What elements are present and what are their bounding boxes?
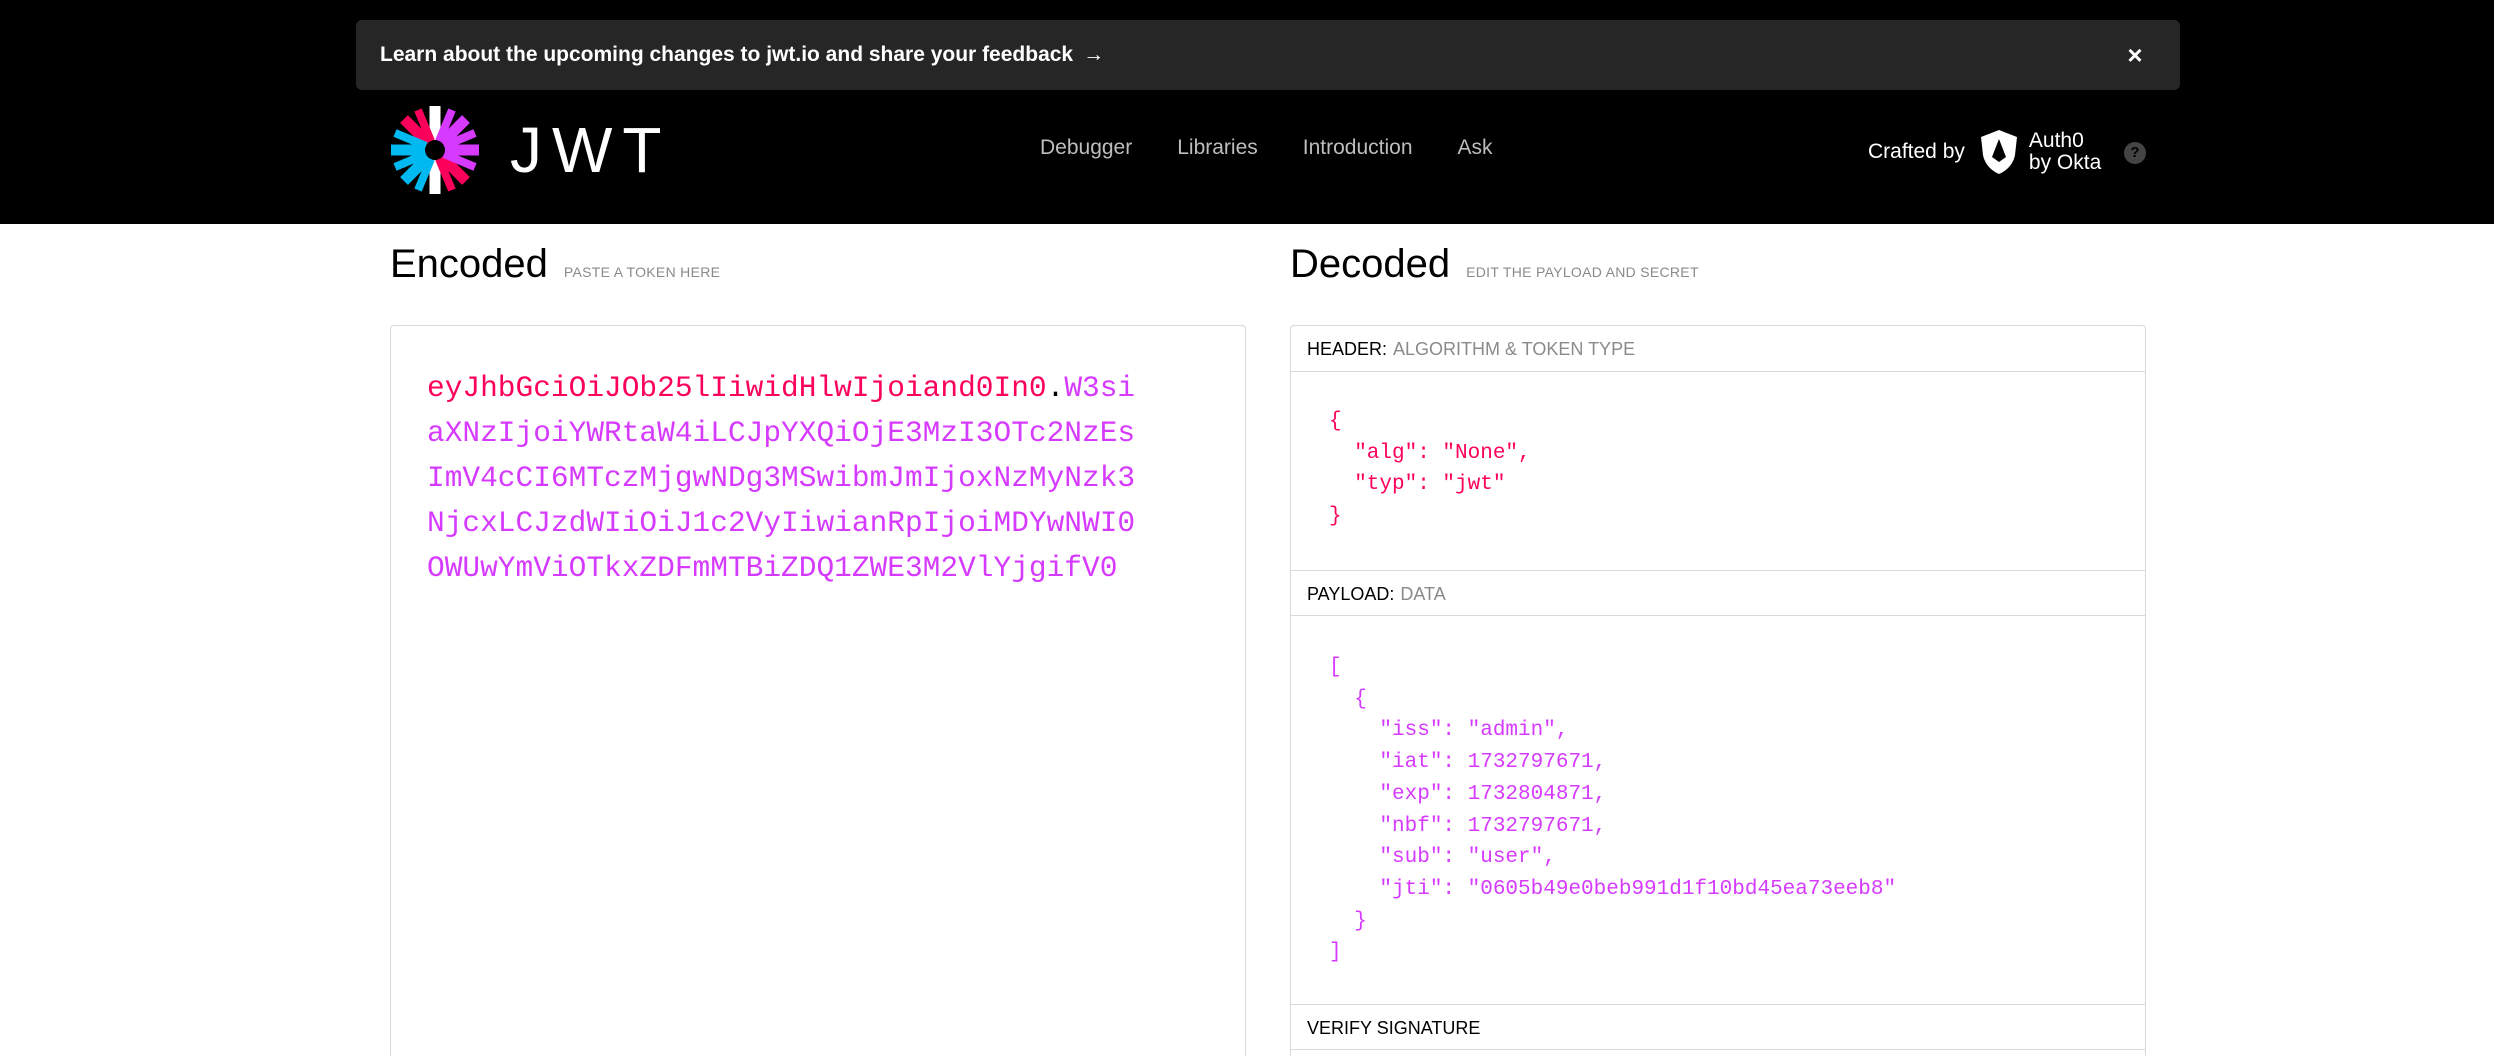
jwt-logo-text: JWT — [510, 114, 672, 186]
token-text[interactable]: eyJhbGciOiJOb25lIiwidHlwIjoiand0In0.W3si… — [427, 366, 1147, 591]
token-separator: . — [1046, 371, 1065, 405]
decoded-title: Decoded — [1290, 242, 1451, 286]
verify-signature-heading: VERIFY SIGNATURE — [1291, 1004, 2145, 1050]
auth0-line2: by Okta — [2028, 151, 2102, 174]
encoded-subtitle: PASTE A TOKEN HERE — [563, 264, 721, 280]
header-json-editor[interactable]: { "alg": "None", "typ": "jwt" } — [1329, 406, 1531, 533]
decoded-subtitle: EDIT THE PAYLOAD AND SECRET — [1466, 264, 1699, 280]
help-icon[interactable]: ? — [2124, 142, 2146, 164]
jwt-logo-mark-icon — [391, 106, 479, 194]
auth0-line1: Auth0 — [2028, 129, 2084, 152]
main-nav: Debugger Libraries Introduction Ask — [1040, 128, 1493, 168]
header-label: HEADER: — [1307, 339, 1388, 359]
nav-debugger[interactable]: Debugger — [1040, 128, 1132, 168]
header-section-heading: HEADER: ALGORITHM & TOKEN TYPE — [1291, 326, 2145, 372]
auth0-wordmark: Auth0 by Okta — [2029, 130, 2101, 174]
decoded-panel: HEADER: ALGORITHM & TOKEN TYPE { "alg": "… — [1290, 325, 2146, 1056]
auth0-shield-icon — [1980, 130, 2017, 174]
verify-label: VERIFY SIGNATURE — [1307, 1018, 1481, 1038]
crafted-by[interactable]: Crafted by Auth0 by Okta — [1868, 130, 2101, 174]
token-header-part: eyJhbGciOiJOb25lIiwidHlwIjoiand0In0 — [427, 371, 1047, 405]
feedback-banner: Learn about the upcoming changes to jwt.… — [356, 20, 2180, 90]
payload-section-heading: PAYLOAD: DATA — [1291, 570, 2145, 616]
payload-hint: DATA — [1400, 584, 1446, 604]
banner-link[interactable]: Learn about the upcoming changes to jwt.… — [380, 20, 1104, 90]
encoded-heading: Encoded PASTE A TOKEN HERE — [390, 242, 720, 287]
nav-ask[interactable]: Ask — [1458, 128, 1493, 168]
nav-introduction[interactable]: Introduction — [1303, 128, 1413, 168]
top-bar: Learn about the upcoming changes to jwt.… — [0, 0, 2494, 224]
payload-label: PAYLOAD: — [1307, 584, 1395, 604]
banner-text: Learn about the upcoming changes to jwt.… — [380, 43, 1074, 66]
encoded-title: Encoded — [390, 242, 548, 286]
nav-libraries[interactable]: Libraries — [1177, 128, 1258, 168]
arrow-right-icon: → — [1083, 43, 1105, 66]
close-icon[interactable]: × — [2120, 40, 2150, 70]
jwt-logo[interactable]: JWT — [390, 100, 680, 200]
payload-json-editor[interactable]: [ { "iss": "admin", "iat": 1732797671, "… — [1329, 652, 1896, 969]
header-hint: ALGORITHM & TOKEN TYPE — [1393, 339, 1636, 359]
decoded-heading: Decoded EDIT THE PAYLOAD AND SECRET — [1290, 242, 1699, 287]
encoded-token-editor[interactable]: eyJhbGciOiJOb25lIiwidHlwIjoiand0In0.W3si… — [390, 325, 1246, 1056]
crafted-by-label: Crafted by — [1868, 140, 1965, 163]
